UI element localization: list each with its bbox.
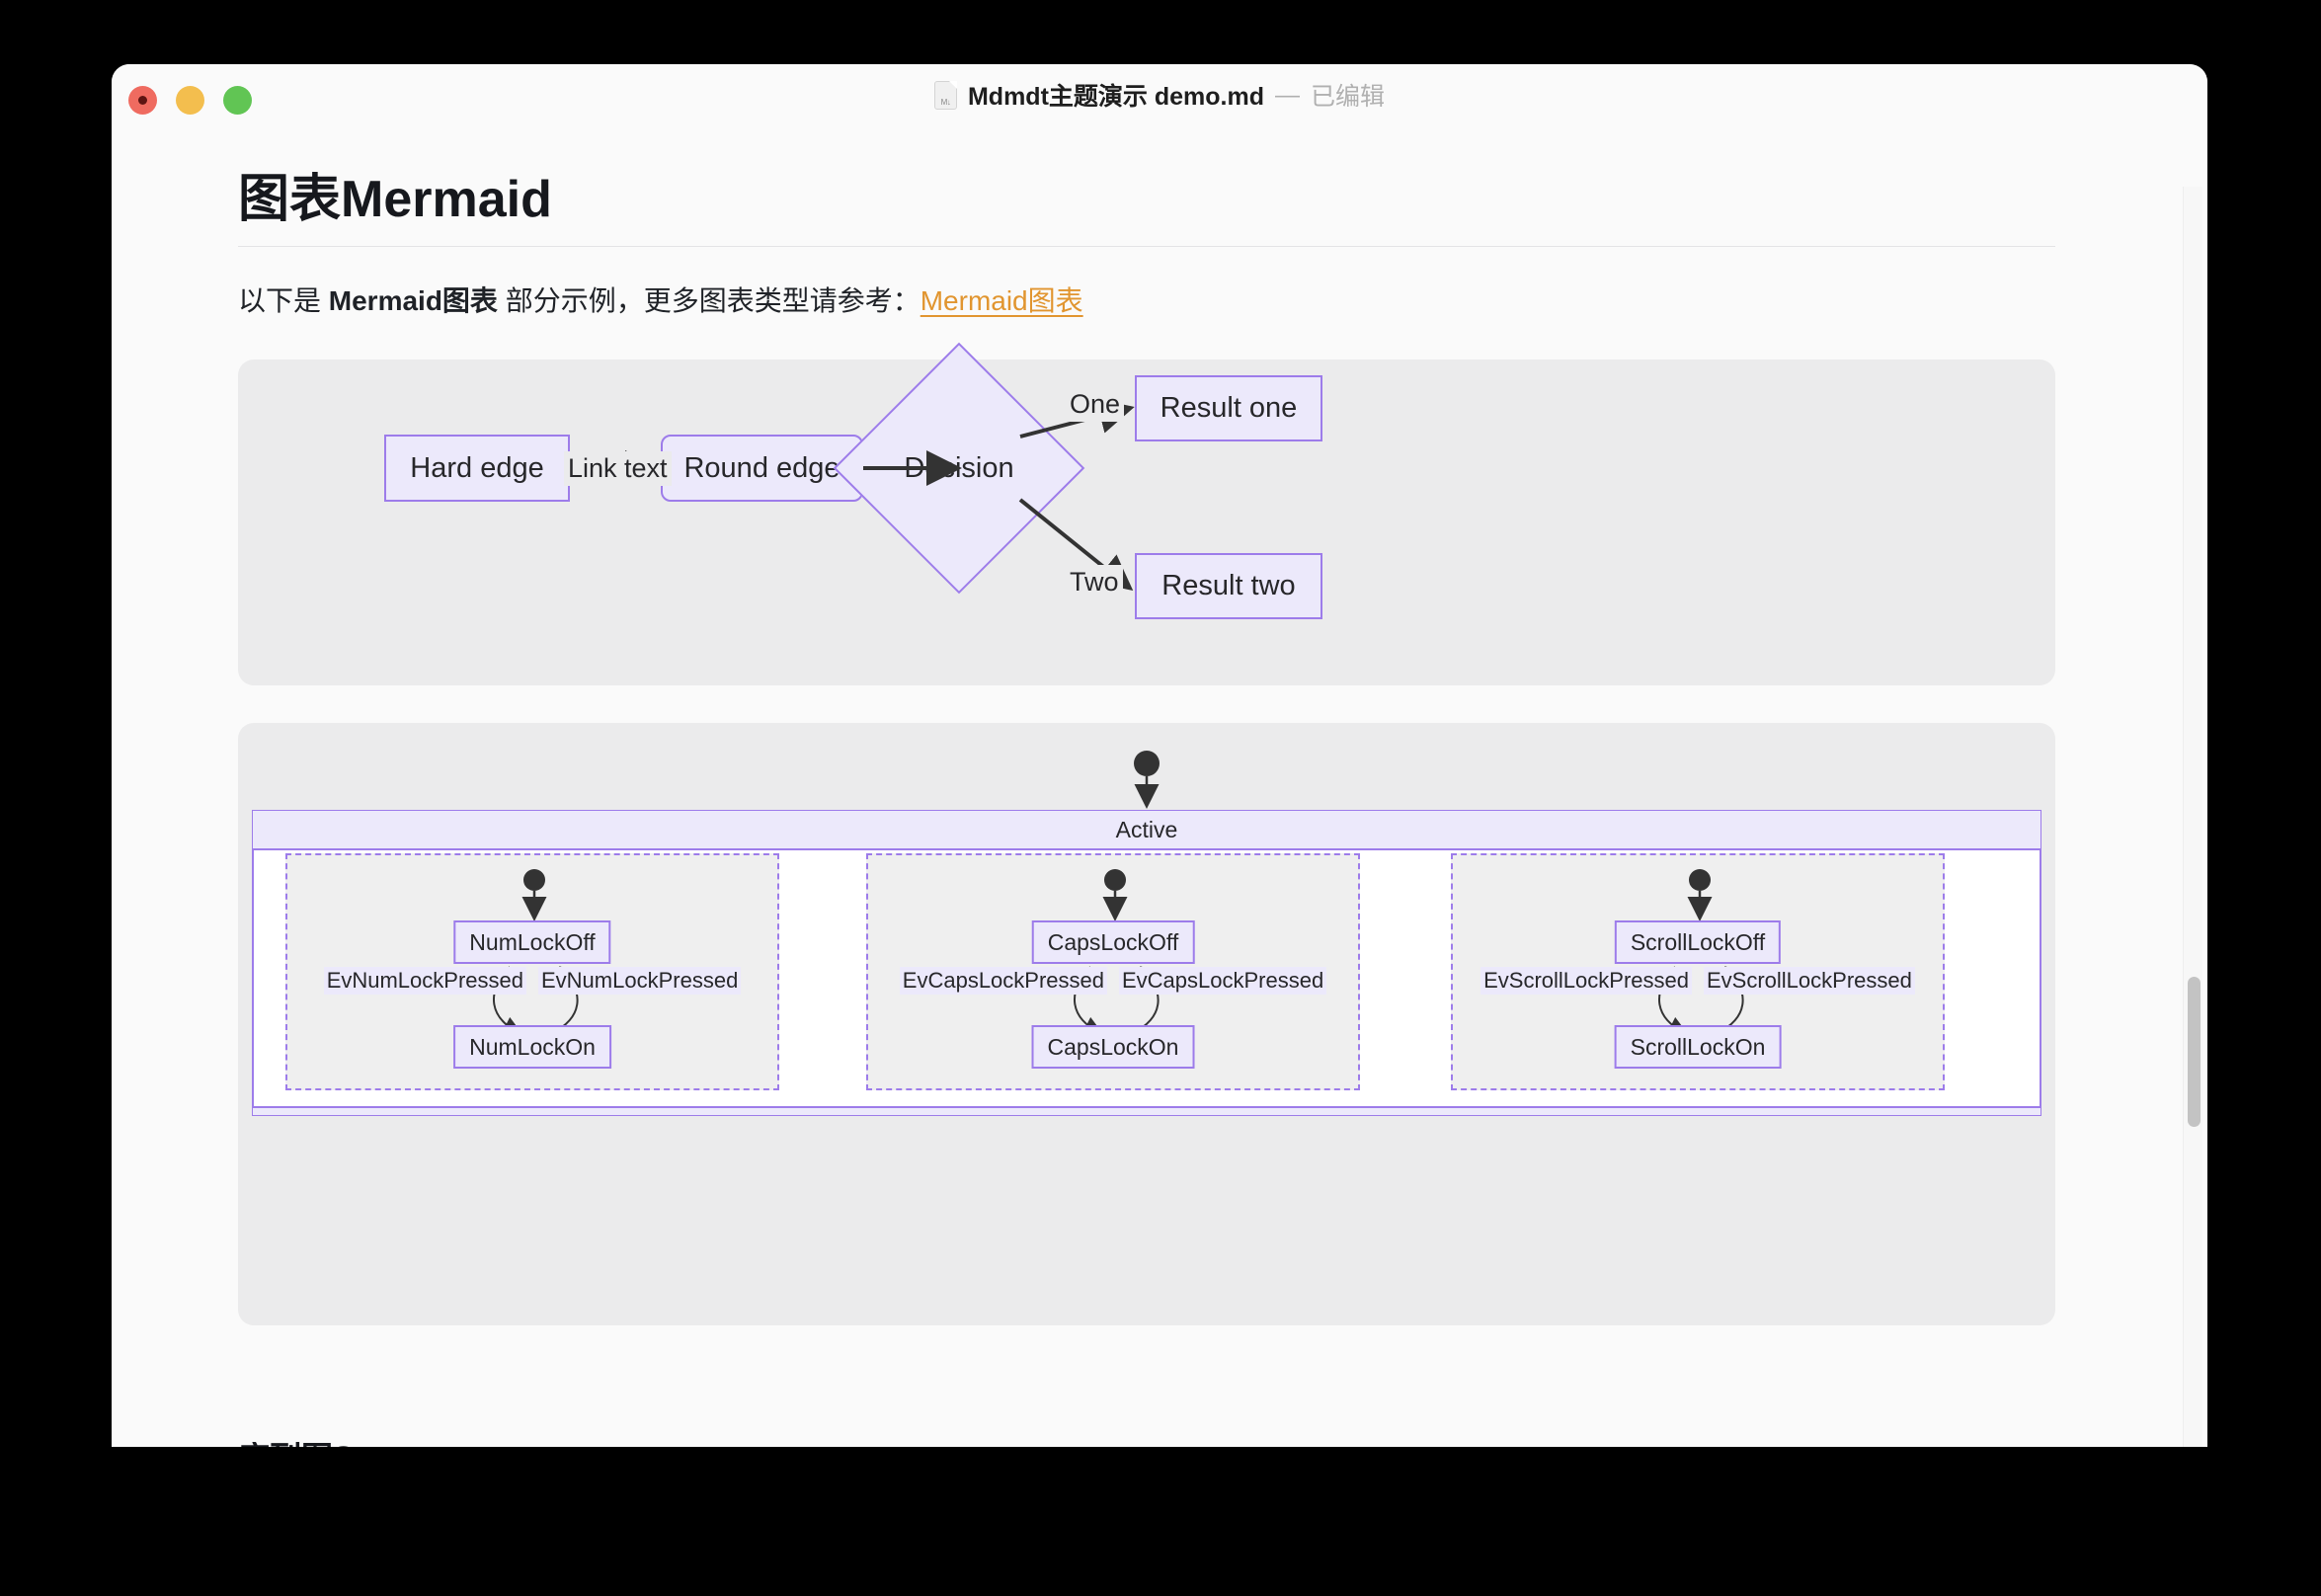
- state-node-scrolllockoff[interactable]: ScrollLockOff: [1614, 920, 1782, 965]
- edge-label-two: Two: [1066, 565, 1123, 600]
- state-node-label: ScrollLockOn: [1630, 1033, 1766, 1060]
- intro-middle: 部分示例，更多图表类型请参考：: [497, 285, 920, 316]
- title-divider: [238, 246, 2055, 247]
- intro-bold-term: Mermaid图表: [328, 285, 498, 316]
- flowchart-node-result-one[interactable]: Result one: [1135, 375, 1322, 442]
- flowchart-node-label: Result one: [1160, 392, 1298, 425]
- state-node-label: ScrollLockOff: [1630, 928, 1766, 955]
- state-node-label: CapsLockOff: [1047, 928, 1179, 955]
- flowchart-node-result-two[interactable]: Result two: [1135, 553, 1322, 620]
- state-node-numlockoff[interactable]: NumLockOff: [453, 920, 611, 965]
- next-section-heading-partial: 序列图Sequence: [238, 1442, 1127, 1447]
- title-separator: —: [1274, 80, 1300, 109]
- state-node-label: CapsLockOn: [1047, 1033, 1179, 1060]
- state-region-scrolllock: ScrollLockOff ScrollLockOn EvScrollLockP…: [1451, 853, 1945, 1091]
- transition-label-numlock-down: EvNumLockPressed: [323, 967, 526, 996]
- state-node-capslockon[interactable]: CapsLockOn: [1031, 1025, 1195, 1070]
- transition-label-capslock-down: EvCapsLockPressed: [899, 967, 1107, 996]
- window-title-group: M↓ Mdmdt主题演示 demo.md — 已编辑: [112, 64, 2207, 125]
- markdown-file-icon: M↓: [933, 80, 957, 110]
- state-region-capslock: CapsLockOff CapsLockOn EvCapsLockPressed…: [866, 853, 1360, 1091]
- transition-label-scrolllock-down: EvScrollLockPressed: [1481, 967, 1692, 996]
- vertical-scrollbar-track[interactable]: [2183, 187, 2202, 1447]
- intro-prefix: 以下是: [238, 285, 329, 316]
- markdown-file-icon-label: M↓: [940, 97, 951, 107]
- window-title: Mdmdt主题演示 demo.md: [967, 83, 1264, 111]
- edited-status: 已编辑: [1310, 83, 1385, 111]
- transition-label-numlock-up: EvNumLockPressed: [538, 967, 742, 996]
- vertical-scrollbar-thumb[interactable]: [2188, 977, 2201, 1127]
- transition-label-capslock-up: EvCapsLockPressed: [1119, 967, 1327, 996]
- flowchart-edges: [570, 398, 1135, 592]
- composite-state-label: Active: [1115, 816, 1178, 842]
- app-window: M↓ Mdmdt主题演示 demo.md — 已编辑 图表Mermaid 以下是…: [112, 64, 2207, 1447]
- mermaid-doc-link[interactable]: Mermaid图表: [920, 285, 1083, 316]
- flowchart-node-label: Result two: [1161, 570, 1296, 602]
- transition-label-scrolllock-up: EvScrollLockPressed: [1704, 967, 1915, 996]
- document-content[interactable]: 图表Mermaid 以下是 Mermaid图表 部分示例，更多图表类型请参考：M…: [112, 125, 2207, 1447]
- edge-label-link-text: Link text: [564, 451, 672, 487]
- state-node-numlockon[interactable]: NumLockOn: [453, 1025, 611, 1070]
- state-node-label: NumLockOff: [469, 928, 596, 955]
- composite-state-footer-bar: [253, 1106, 2041, 1116]
- page-title: 图表Mermaid: [238, 171, 552, 228]
- state-node-capslockoff[interactable]: CapsLockOff: [1031, 920, 1195, 965]
- title-bar: M↓ Mdmdt主题演示 demo.md — 已编辑: [112, 64, 2207, 125]
- edge-label-one: One: [1066, 387, 1125, 423]
- markdown-page: 图表Mermaid 以下是 Mermaid图表 部分示例，更多图表类型请参考：M…: [238, 125, 2055, 1326]
- flowchart-node-label: Round edge: [683, 451, 840, 484]
- intro-paragraph: 以下是 Mermaid图表 部分示例，更多图表类型请参考：Mermaid图表: [238, 279, 2055, 322]
- state-diagram-entry-edge: [1134, 751, 1160, 810]
- composite-state-active[interactable]: Active NumLockOff NumLockOn EvNumLockPre…: [252, 810, 2041, 1117]
- state-region-numlock: NumLockOff NumLockOn EvNumLockPressed Ev…: [285, 853, 779, 1091]
- state-node-scrolllockon[interactable]: ScrollLockOn: [1614, 1025, 1782, 1070]
- flowchart-diagram: Hard edge Round edge Decision Result one…: [238, 343, 2055, 686]
- state-node-label: NumLockOn: [469, 1033, 596, 1060]
- state-diagram: Active NumLockOff NumLockOn EvNumLockPre…: [238, 723, 2055, 1326]
